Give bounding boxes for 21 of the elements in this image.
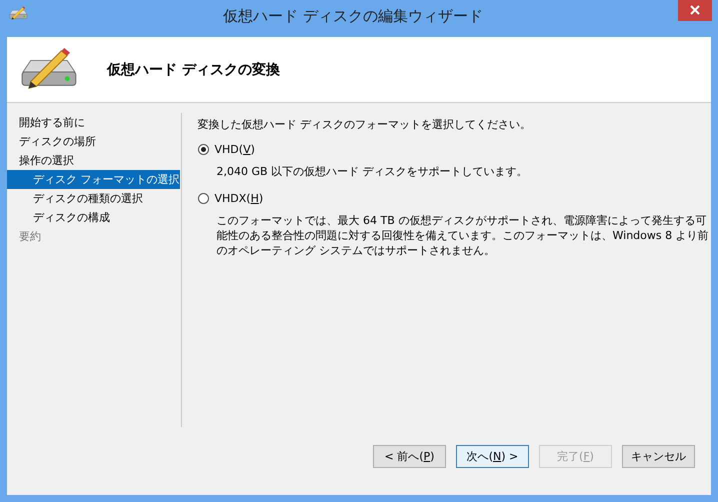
nav-step[interactable]: ディスクの場所	[7, 132, 180, 151]
wizard-button[interactable]: < 前へ(P)	[373, 445, 446, 468]
radio-button[interactable]	[198, 192, 208, 204]
window-title: 仮想ハード ディスクの編集ウィザード	[222, 6, 484, 26]
nav-step[interactable]: ディスクの種類の選択	[7, 189, 180, 208]
nav-step[interactable]: 開始する前に	[7, 113, 180, 132]
wizard-button[interactable]: 次へ(N) >	[456, 445, 529, 468]
option-label[interactable]: VHDX(H)	[214, 192, 264, 204]
page-title: 仮想ハード ディスクの変換	[107, 60, 280, 78]
instruction-text: 変換した仮想ハード ディスクのフォーマットを選択してください。	[198, 117, 532, 132]
nav-step[interactable]: ディスクの構成	[7, 208, 180, 227]
app-icon	[8, 6, 28, 21]
option-description: このフォーマットでは、最大 64 TB の仮想ディスクがサポートされ、電源障害によって発生する可能性のある整合性の問題に対する回復性を備えています。このフォーマットは、Windows 8 より前のオペレーティング システムではサポートされません。	[216, 213, 710, 258]
close-button[interactable]	[678, 0, 712, 21]
option-description: 2,040 GB 以下の仮想ハード ディスクをサポートしています。	[216, 164, 529, 179]
nav-step[interactable]: ディスク フォーマットの選択	[7, 170, 180, 189]
close-icon	[690, 4, 700, 14]
option-label[interactable]: VHD(V)	[214, 142, 255, 156]
nav-step[interactable]: 操作の選択	[7, 151, 180, 170]
wizard-button[interactable]: キャンセル	[622, 445, 695, 468]
radio-button[interactable]	[198, 144, 208, 154]
